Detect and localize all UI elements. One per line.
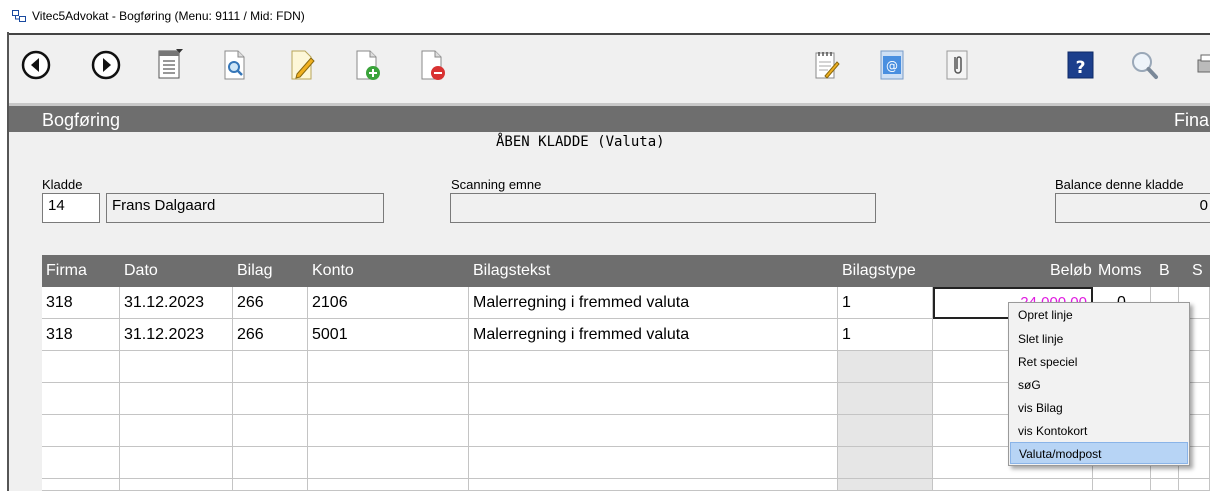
search-icon[interactable] (1127, 45, 1163, 85)
notepad-icon[interactable] (808, 45, 844, 85)
cell-bilagstype[interactable]: 1 (838, 287, 933, 319)
cell-firma[interactable] (42, 415, 120, 447)
edit-icon[interactable] (284, 45, 320, 85)
attachment-icon[interactable] (939, 45, 975, 85)
cell-bilag[interactable]: 266 (233, 319, 308, 351)
delete-document-icon[interactable] (414, 45, 450, 85)
cell-bilagstype[interactable] (838, 479, 933, 491)
email-icon[interactable]: @ (874, 45, 910, 85)
cell-bilagstekst[interactable] (469, 479, 838, 491)
cell-bilagstekst[interactable] (469, 415, 838, 447)
cell-dato[interactable] (120, 447, 233, 479)
column-header-moms[interactable]: Moms (1098, 262, 1142, 280)
back-icon[interactable] (18, 45, 54, 85)
cell-bilagstekst[interactable] (469, 351, 838, 383)
column-header-bilag[interactable]: Bilag (237, 262, 273, 280)
cell-bilag[interactable]: 266 (233, 287, 308, 319)
form-subtitle: ÅBEN KLADDE (Valuta) (496, 134, 665, 150)
menu-item-slet-linje[interactable]: Slet linje (1010, 328, 1188, 350)
cell-konto[interactable]: 2106 (308, 287, 469, 319)
column-header-firma[interactable]: Firma (46, 262, 87, 280)
menu-item-vis-bilag[interactable]: vis Bilag (1010, 397, 1188, 419)
title-bar: Vitec5Advokat - Bogføring (Menu: 9111 / … (0, 0, 1210, 32)
column-header-s[interactable]: S (1192, 262, 1203, 280)
kladde-name-field[interactable]: Frans Dalgaard (106, 193, 384, 223)
cell-firma[interactable] (42, 447, 120, 479)
cell-bilag[interactable] (233, 415, 308, 447)
cell-s[interactable] (1179, 479, 1210, 491)
cell-dato[interactable] (120, 383, 233, 415)
cell-dato[interactable]: 31.12.2023 (120, 287, 233, 319)
balance-field: 0 (1055, 193, 1210, 223)
cell-firma[interactable] (42, 351, 120, 383)
menu-item-valuta-modpost[interactable]: Valuta/modpost (1010, 442, 1188, 464)
print-icon[interactable] (1190, 45, 1210, 85)
cell-b[interactable] (1151, 479, 1179, 491)
balance-label: Balance denne kladde (1055, 177, 1184, 192)
scanning-field[interactable] (450, 193, 876, 223)
grid-header (42, 255, 1210, 287)
cell-bilagstekst[interactable]: Malerregning i fremmed valuta (469, 287, 838, 319)
new-document-icon[interactable] (349, 45, 385, 85)
cell-firma[interactable]: 318 (42, 287, 120, 319)
menu-item-ret-speciel[interactable]: Ret speciel (1010, 351, 1188, 373)
cell-konto[interactable]: 5001 (308, 319, 469, 351)
cell-dato[interactable] (120, 479, 233, 491)
forward-icon[interactable] (88, 45, 124, 85)
cell-konto[interactable] (308, 415, 469, 447)
cell-bilag[interactable] (233, 383, 308, 415)
cell-bilag[interactable] (233, 479, 308, 491)
svg-text:?: ? (1076, 58, 1086, 78)
menu-item-opret-linje[interactable]: Opret linje (1010, 304, 1188, 326)
cell-konto[interactable] (308, 383, 469, 415)
section-right-label: Fina (1174, 110, 1210, 130)
menu-item-vis-kontokort[interactable]: vis Kontokort (1010, 420, 1188, 442)
cell-bilag[interactable] (233, 351, 308, 383)
cell-bilagstype[interactable] (838, 415, 933, 447)
column-header-belob[interactable]: Beløb (1050, 262, 1092, 280)
cell-konto[interactable] (308, 351, 469, 383)
cell-bilagstype[interactable] (838, 351, 933, 383)
cell-moms[interactable] (1093, 479, 1151, 491)
cell-konto[interactable] (308, 479, 469, 491)
column-header-konto[interactable]: Konto (312, 262, 354, 280)
preview-icon[interactable] (217, 45, 253, 85)
section-title: Bogføring (42, 110, 121, 130)
app-icon (12, 10, 26, 22)
table-row[interactable] (42, 479, 1210, 491)
cell-belob[interactable] (933, 479, 1093, 491)
toolbar (9, 35, 1210, 103)
cell-bilag[interactable] (233, 447, 308, 479)
cell-bilagstype[interactable] (838, 447, 933, 479)
cell-dato[interactable]: 31.12.2023 (120, 319, 233, 351)
cell-dato[interactable] (120, 351, 233, 383)
cell-bilagstype[interactable]: 1 (838, 319, 933, 351)
svg-text:@: @ (886, 59, 898, 73)
column-header-b[interactable]: B (1159, 262, 1170, 280)
list-menu-icon[interactable] (152, 45, 188, 85)
kladde-number-field[interactable]: 14 (42, 193, 100, 223)
cell-bilagstekst[interactable] (469, 447, 838, 479)
cell-firma[interactable] (42, 383, 120, 415)
column-header-bilagstype[interactable]: Bilagstype (842, 262, 916, 280)
cell-firma[interactable]: 318 (42, 319, 120, 351)
column-header-dato[interactable]: Dato (124, 262, 158, 280)
cell-bilagstekst[interactable] (469, 383, 838, 415)
cell-konto[interactable] (308, 447, 469, 479)
cell-bilagstekst[interactable]: Malerregning i fremmed valuta (469, 319, 838, 351)
column-header-bilagstekst[interactable]: Bilagstekst (473, 262, 550, 280)
cell-dato[interactable] (120, 415, 233, 447)
cell-firma[interactable] (42, 479, 120, 491)
section-header (9, 106, 1210, 132)
help-icon[interactable]: ? (1062, 45, 1098, 85)
window-title: Vitec5Advokat - Bogføring (Menu: 9111 / … (32, 9, 305, 23)
menu-item-sog[interactable]: søG (1010, 374, 1188, 396)
scanning-label: Scanning emne (451, 177, 542, 192)
kladde-label: Kladde (42, 177, 83, 192)
cell-bilagstype[interactable] (838, 383, 933, 415)
